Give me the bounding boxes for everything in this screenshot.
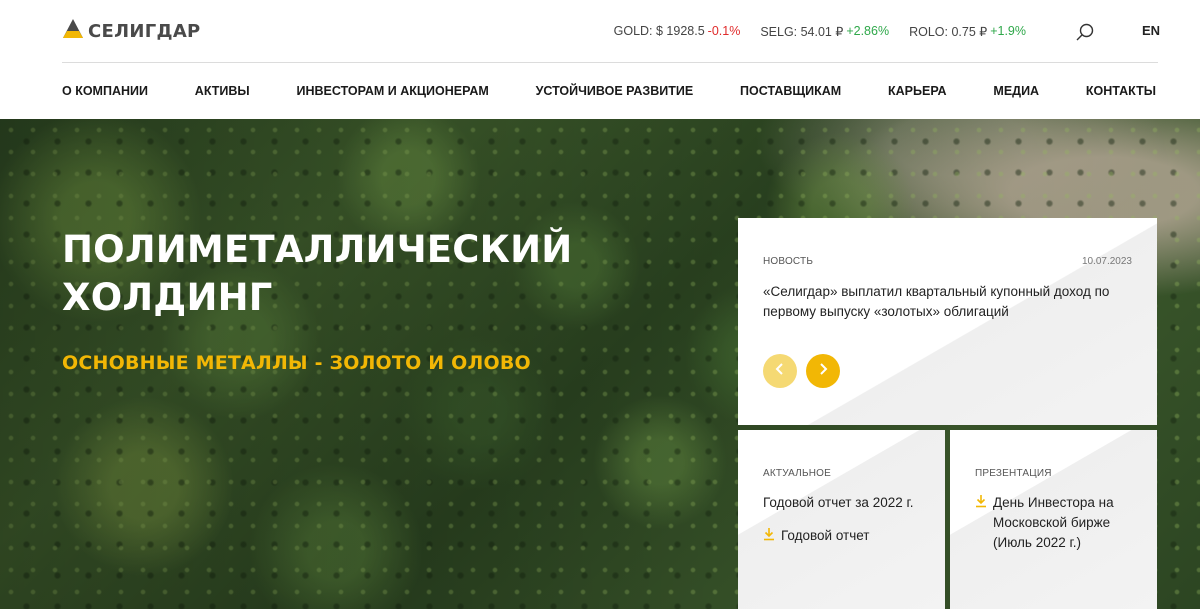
logo-mark-icon bbox=[62, 18, 84, 45]
presentation-label: ПРЕЗЕНТАЦИЯ bbox=[975, 468, 1052, 479]
ticker-rolo: ROLO: 0.75 ₽ +1.9% bbox=[909, 24, 1026, 39]
ticker-change: +1.9% bbox=[990, 24, 1026, 38]
hero-title: ПОЛИМЕТАЛЛИЧЕСКИЙ ХОЛДИНГ bbox=[62, 228, 573, 319]
search-icon[interactable] bbox=[1075, 22, 1095, 42]
ticker-label: ROLO: 0.75 ₽ bbox=[909, 25, 988, 39]
news-headline[interactable]: «Селигдар» выплатил квартальный купонный… bbox=[763, 282, 1133, 322]
site-header: СЕЛИГДАР GOLD: $ 1928.5 -0.1% SELG: 54.0… bbox=[0, 0, 1200, 119]
nav-item-investors[interactable]: ИНВЕСТОРАМ И АКЦИОНЕРАМ bbox=[296, 84, 488, 98]
actual-title: Годовой отчет за 2022 г. bbox=[763, 495, 914, 510]
ticker-label: GOLD: $ 1928.5 bbox=[613, 24, 705, 38]
actual-label: АКТУАЛЬНОЕ bbox=[763, 468, 831, 479]
news-date: 10.07.2023 bbox=[1081, 256, 1132, 267]
language-switch[interactable]: EN bbox=[1142, 23, 1160, 38]
actual-card: АКТУАЛЬНОЕ Годовой отчет за 2022 г. Годо… bbox=[738, 430, 945, 609]
nav-item-career[interactable]: КАРЬЕРА bbox=[888, 84, 947, 98]
ticker-gold: GOLD: $ 1928.5 -0.1% bbox=[614, 24, 741, 39]
news-card: НОВОСТЬ 10.07.2023 «Селигдар» выплатил к… bbox=[738, 218, 1157, 425]
news-next-button[interactable] bbox=[806, 354, 840, 388]
chevron-left-icon bbox=[773, 362, 787, 381]
ticker-change: -0.1% bbox=[707, 24, 741, 38]
ticker-change: +2.86% bbox=[846, 24, 890, 38]
stock-tickers: GOLD: $ 1928.5 -0.1% SELG: 54.01 ₽ +2.86… bbox=[614, 24, 1026, 39]
download-icon bbox=[975, 494, 987, 508]
chevron-right-icon bbox=[816, 362, 830, 381]
logo[interactable]: СЕЛИГДАР bbox=[62, 18, 201, 44]
presentation-card: ПРЕЗЕНТАЦИЯ День Инвестора на Московской… bbox=[950, 430, 1157, 609]
header-divider bbox=[62, 62, 1158, 63]
nav-item-sustainability[interactable]: УСТОЙЧИВОЕ РАЗВИТИЕ bbox=[536, 84, 694, 98]
main-nav: О КОМПАНИИ АКТИВЫ ИНВЕСТОРАМ И АКЦИОНЕРА… bbox=[62, 84, 1156, 98]
nav-item-media[interactable]: МЕДИА bbox=[993, 84, 1039, 98]
logo-text: СЕЛИГДАР bbox=[88, 20, 201, 42]
hero-subtitle: ОСНОВНЫЕ МЕТАЛЛЫ - ЗОЛОТО И ОЛОВО bbox=[62, 352, 531, 374]
card-decoration bbox=[738, 430, 945, 609]
ticker-selg: SELG: 54.01 ₽ +2.86% bbox=[760, 24, 889, 39]
annual-report-link[interactable]: Годовой отчет bbox=[763, 526, 870, 546]
news-prev-button[interactable] bbox=[763, 354, 797, 388]
investor-day-link-label: День Инвестора на Московской бирже (Июль… bbox=[993, 495, 1114, 550]
investor-day-link[interactable]: День Инвестора на Московской бирже (Июль… bbox=[975, 493, 1150, 553]
nav-item-assets[interactable]: АКТИВЫ bbox=[195, 84, 250, 98]
nav-item-contacts[interactable]: КОНТАКТЫ bbox=[1086, 84, 1156, 98]
nav-item-company[interactable]: О КОМПАНИИ bbox=[62, 84, 148, 98]
news-label: НОВОСТЬ bbox=[763, 256, 814, 267]
download-icon bbox=[763, 527, 775, 541]
annual-report-link-label: Годовой отчет bbox=[781, 528, 870, 543]
ticker-label: SELG: 54.01 ₽ bbox=[760, 25, 844, 39]
nav-item-suppliers[interactable]: ПОСТАВЩИКАМ bbox=[740, 84, 841, 98]
